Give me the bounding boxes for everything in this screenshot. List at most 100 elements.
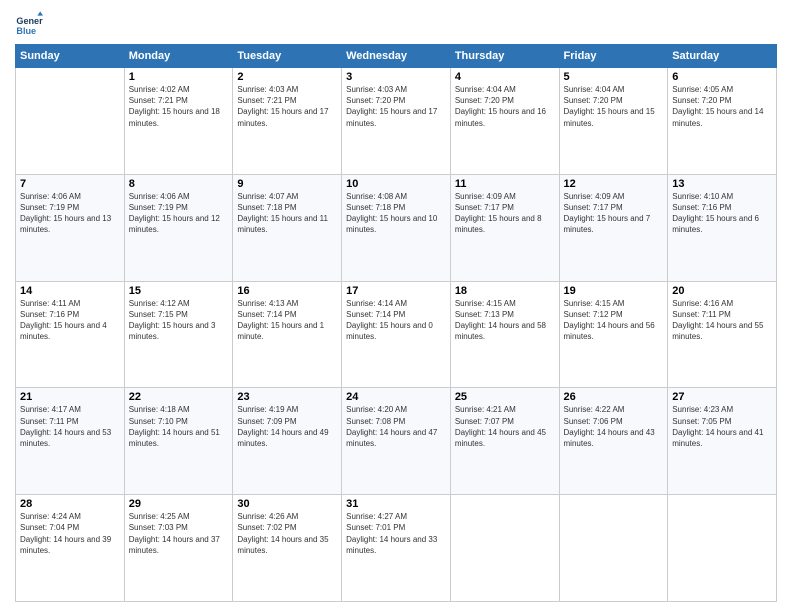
day-info: Sunrise: 4:05 AMSunset: 7:20 PMDaylight:… (672, 84, 772, 129)
day-info: Sunrise: 4:17 AMSunset: 7:11 PMDaylight:… (20, 404, 120, 449)
calendar-cell: 3Sunrise: 4:03 AMSunset: 7:20 PMDaylight… (342, 68, 451, 175)
calendar-cell: 2Sunrise: 4:03 AMSunset: 7:21 PMDaylight… (233, 68, 342, 175)
day-info: Sunrise: 4:15 AMSunset: 7:12 PMDaylight:… (564, 298, 664, 343)
calendar-table: SundayMondayTuesdayWednesdayThursdayFrid… (15, 44, 777, 602)
calendar-cell: 30Sunrise: 4:26 AMSunset: 7:02 PMDayligh… (233, 495, 342, 602)
weekday-saturday: Saturday (668, 45, 777, 68)
weekday-thursday: Thursday (450, 45, 559, 68)
day-number: 13 (672, 178, 772, 190)
calendar-cell (450, 495, 559, 602)
day-info: Sunrise: 4:07 AMSunset: 7:18 PMDaylight:… (237, 191, 337, 236)
week-row-1: 1Sunrise: 4:02 AMSunset: 7:21 PMDaylight… (16, 68, 777, 175)
calendar-cell: 15Sunrise: 4:12 AMSunset: 7:15 PMDayligh… (124, 281, 233, 388)
calendar-cell: 6Sunrise: 4:05 AMSunset: 7:20 PMDaylight… (668, 68, 777, 175)
day-number: 28 (20, 498, 120, 510)
day-number: 7 (20, 178, 120, 190)
calendar-cell: 12Sunrise: 4:09 AMSunset: 7:17 PMDayligh… (559, 174, 668, 281)
svg-text:Blue: Blue (16, 26, 36, 36)
day-number: 5 (564, 71, 664, 83)
calendar-cell: 31Sunrise: 4:27 AMSunset: 7:01 PMDayligh… (342, 495, 451, 602)
weekday-friday: Friday (559, 45, 668, 68)
day-number: 17 (346, 285, 446, 297)
calendar-cell: 4Sunrise: 4:04 AMSunset: 7:20 PMDaylight… (450, 68, 559, 175)
calendar-cell: 18Sunrise: 4:15 AMSunset: 7:13 PMDayligh… (450, 281, 559, 388)
calendar-header: SundayMondayTuesdayWednesdayThursdayFrid… (16, 45, 777, 68)
calendar-cell: 26Sunrise: 4:22 AMSunset: 7:06 PMDayligh… (559, 388, 668, 495)
day-info: Sunrise: 4:11 AMSunset: 7:16 PMDaylight:… (20, 298, 120, 343)
day-info: Sunrise: 4:03 AMSunset: 7:20 PMDaylight:… (346, 84, 446, 129)
day-number: 1 (129, 71, 229, 83)
day-info: Sunrise: 4:02 AMSunset: 7:21 PMDaylight:… (129, 84, 229, 129)
calendar-cell: 10Sunrise: 4:08 AMSunset: 7:18 PMDayligh… (342, 174, 451, 281)
calendar-cell: 5Sunrise: 4:04 AMSunset: 7:20 PMDaylight… (559, 68, 668, 175)
svg-text:General: General (16, 16, 43, 26)
day-info: Sunrise: 4:09 AMSunset: 7:17 PMDaylight:… (564, 191, 664, 236)
calendar-cell (668, 495, 777, 602)
day-number: 24 (346, 391, 446, 403)
day-info: Sunrise: 4:03 AMSunset: 7:21 PMDaylight:… (237, 84, 337, 129)
day-number: 29 (129, 498, 229, 510)
calendar-cell: 11Sunrise: 4:09 AMSunset: 7:17 PMDayligh… (450, 174, 559, 281)
calendar-cell: 16Sunrise: 4:13 AMSunset: 7:14 PMDayligh… (233, 281, 342, 388)
calendar-cell: 14Sunrise: 4:11 AMSunset: 7:16 PMDayligh… (16, 281, 125, 388)
day-info: Sunrise: 4:25 AMSunset: 7:03 PMDaylight:… (129, 511, 229, 556)
calendar-cell: 25Sunrise: 4:21 AMSunset: 7:07 PMDayligh… (450, 388, 559, 495)
day-number: 6 (672, 71, 772, 83)
day-number: 9 (237, 178, 337, 190)
calendar-cell (559, 495, 668, 602)
calendar-cell: 27Sunrise: 4:23 AMSunset: 7:05 PMDayligh… (668, 388, 777, 495)
day-number: 4 (455, 71, 555, 83)
day-info: Sunrise: 4:12 AMSunset: 7:15 PMDaylight:… (129, 298, 229, 343)
day-number: 16 (237, 285, 337, 297)
calendar-cell: 28Sunrise: 4:24 AMSunset: 7:04 PMDayligh… (16, 495, 125, 602)
day-info: Sunrise: 4:08 AMSunset: 7:18 PMDaylight:… (346, 191, 446, 236)
day-number: 8 (129, 178, 229, 190)
day-info: Sunrise: 4:21 AMSunset: 7:07 PMDaylight:… (455, 404, 555, 449)
week-row-5: 28Sunrise: 4:24 AMSunset: 7:04 PMDayligh… (16, 495, 777, 602)
day-number: 19 (564, 285, 664, 297)
calendar-cell: 22Sunrise: 4:18 AMSunset: 7:10 PMDayligh… (124, 388, 233, 495)
week-row-3: 14Sunrise: 4:11 AMSunset: 7:16 PMDayligh… (16, 281, 777, 388)
calendar-cell: 29Sunrise: 4:25 AMSunset: 7:03 PMDayligh… (124, 495, 233, 602)
calendar-cell: 24Sunrise: 4:20 AMSunset: 7:08 PMDayligh… (342, 388, 451, 495)
day-info: Sunrise: 4:23 AMSunset: 7:05 PMDaylight:… (672, 404, 772, 449)
week-row-4: 21Sunrise: 4:17 AMSunset: 7:11 PMDayligh… (16, 388, 777, 495)
day-info: Sunrise: 4:15 AMSunset: 7:13 PMDaylight:… (455, 298, 555, 343)
day-info: Sunrise: 4:16 AMSunset: 7:11 PMDaylight:… (672, 298, 772, 343)
day-number: 10 (346, 178, 446, 190)
weekday-tuesday: Tuesday (233, 45, 342, 68)
day-info: Sunrise: 4:18 AMSunset: 7:10 PMDaylight:… (129, 404, 229, 449)
day-number: 14 (20, 285, 120, 297)
day-number: 2 (237, 71, 337, 83)
day-number: 20 (672, 285, 772, 297)
calendar-cell: 1Sunrise: 4:02 AMSunset: 7:21 PMDaylight… (124, 68, 233, 175)
weekday-monday: Monday (124, 45, 233, 68)
calendar-body: 1Sunrise: 4:02 AMSunset: 7:21 PMDaylight… (16, 68, 777, 602)
logo: General Blue (15, 10, 47, 38)
day-info: Sunrise: 4:10 AMSunset: 7:16 PMDaylight:… (672, 191, 772, 236)
day-info: Sunrise: 4:24 AMSunset: 7:04 PMDaylight:… (20, 511, 120, 556)
calendar-cell: 9Sunrise: 4:07 AMSunset: 7:18 PMDaylight… (233, 174, 342, 281)
calendar-cell: 7Sunrise: 4:06 AMSunset: 7:19 PMDaylight… (16, 174, 125, 281)
day-number: 30 (237, 498, 337, 510)
logo-icon: General Blue (15, 10, 43, 38)
day-info: Sunrise: 4:27 AMSunset: 7:01 PMDaylight:… (346, 511, 446, 556)
day-number: 27 (672, 391, 772, 403)
calendar-cell: 8Sunrise: 4:06 AMSunset: 7:19 PMDaylight… (124, 174, 233, 281)
calendar-cell: 21Sunrise: 4:17 AMSunset: 7:11 PMDayligh… (16, 388, 125, 495)
calendar-cell: 23Sunrise: 4:19 AMSunset: 7:09 PMDayligh… (233, 388, 342, 495)
day-number: 21 (20, 391, 120, 403)
calendar-cell: 17Sunrise: 4:14 AMSunset: 7:14 PMDayligh… (342, 281, 451, 388)
weekday-wednesday: Wednesday (342, 45, 451, 68)
day-number: 18 (455, 285, 555, 297)
day-number: 22 (129, 391, 229, 403)
day-info: Sunrise: 4:09 AMSunset: 7:17 PMDaylight:… (455, 191, 555, 236)
day-info: Sunrise: 4:14 AMSunset: 7:14 PMDaylight:… (346, 298, 446, 343)
day-info: Sunrise: 4:04 AMSunset: 7:20 PMDaylight:… (455, 84, 555, 129)
day-number: 3 (346, 71, 446, 83)
day-info: Sunrise: 4:06 AMSunset: 7:19 PMDaylight:… (20, 191, 120, 236)
day-info: Sunrise: 4:26 AMSunset: 7:02 PMDaylight:… (237, 511, 337, 556)
calendar-cell: 13Sunrise: 4:10 AMSunset: 7:16 PMDayligh… (668, 174, 777, 281)
day-info: Sunrise: 4:13 AMSunset: 7:14 PMDaylight:… (237, 298, 337, 343)
day-number: 25 (455, 391, 555, 403)
